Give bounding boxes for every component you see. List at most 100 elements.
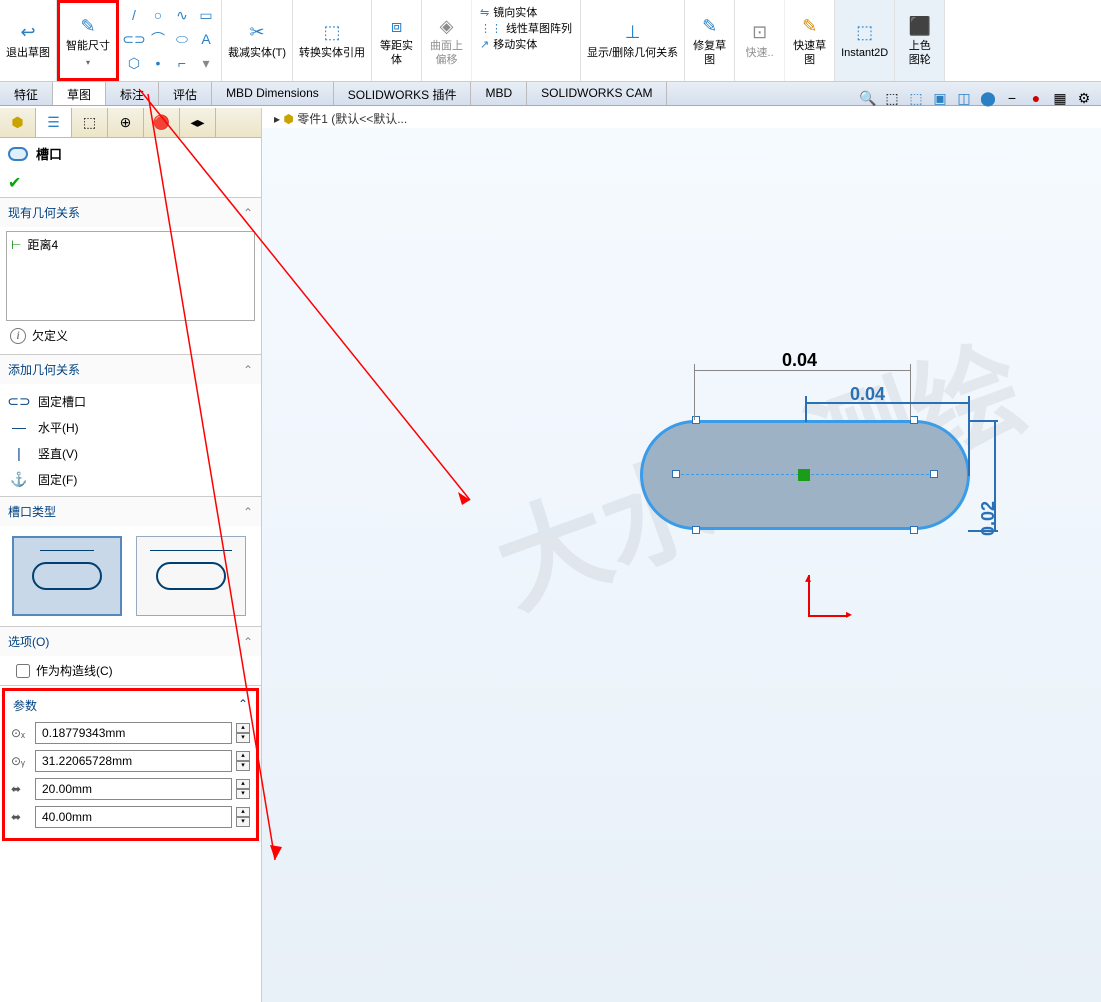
trim-button[interactable]: ✂ 裁减实体(T) xyxy=(222,0,293,81)
accept-button[interactable]: ✔ xyxy=(0,169,261,197)
handle-bl[interactable] xyxy=(692,526,700,534)
slot-type-title: 槽口类型 xyxy=(8,503,56,520)
render-icon[interactable]: ▦ xyxy=(1051,89,1069,107)
exit-sketch-button[interactable]: ↩ 退出草图 xyxy=(0,0,57,81)
slot-type-2[interactable] xyxy=(136,536,246,616)
rect-tool[interactable]: ▭ xyxy=(195,4,217,26)
mirror-button[interactable]: ⇋镜向实体 xyxy=(480,4,572,20)
appearance-icon[interactable]: ● xyxy=(1027,89,1045,107)
instant2d-icon: ⬚ xyxy=(853,21,877,45)
graphics-area[interactable]: 大水牛测绘 xyxy=(262,128,1101,1002)
panel-tab-config[interactable]: ⬚ xyxy=(72,108,108,137)
construction-checkbox-row[interactable]: 作为构造线(C) xyxy=(0,656,261,685)
fillet-tool[interactable]: ⌐ xyxy=(171,52,193,74)
more-tool[interactable]: ▾ xyxy=(195,52,217,74)
point-tool[interactable]: • xyxy=(147,52,169,74)
handle-br[interactable] xyxy=(910,526,918,534)
ellipse-tool[interactable]: ⬭ xyxy=(171,28,193,50)
shading-button[interactable]: ⬛ 上色 图轮 xyxy=(895,0,945,81)
horizontal-button[interactable]: —水平(H) xyxy=(6,414,255,440)
tab-feature[interactable]: 特征 xyxy=(0,82,53,105)
horizontal-label: 水平(H) xyxy=(38,419,79,436)
handle-r[interactable] xyxy=(930,470,938,478)
convert-button[interactable]: ⬚ 转换实体引用 xyxy=(293,0,372,81)
display-style-icon[interactable]: ▣ xyxy=(931,89,949,107)
param-l-input[interactable] xyxy=(35,806,232,828)
text-tool[interactable]: A xyxy=(195,28,217,50)
part-icon: ⬢ xyxy=(283,112,293,126)
smart-dimension-button[interactable]: ✎ 智能尺寸 ▾ xyxy=(57,0,119,81)
spinner-w[interactable]: ▴▾ xyxy=(236,779,250,799)
quick-sketch-button[interactable]: ✎ 快速草 图 xyxy=(785,0,835,81)
polygon-tool[interactable]: ⬡ xyxy=(123,52,145,74)
tab-mbd-dim[interactable]: MBD Dimensions xyxy=(212,82,334,105)
spline-tool[interactable]: ∿ xyxy=(171,4,193,26)
params-header[interactable]: 参数 ⌃ xyxy=(9,695,252,716)
line-tool[interactable]: / xyxy=(123,4,145,26)
expand-icon[interactable]: ▸ xyxy=(274,112,280,126)
move-button[interactable]: ↗移动实体 xyxy=(480,36,572,52)
dim2-line xyxy=(805,402,969,404)
handle-tr[interactable] xyxy=(910,416,918,424)
slot-shape[interactable] xyxy=(640,420,970,530)
scene-icon[interactable]: ⬤ xyxy=(979,89,997,107)
hide-show-icon[interactable]: − xyxy=(1003,89,1021,107)
tab-sw-cam[interactable]: SOLIDWORKS CAM xyxy=(527,82,667,105)
relations-list[interactable]: ⊢ 距离4 xyxy=(6,231,255,321)
settings-icon[interactable]: ⚙ xyxy=(1075,89,1093,107)
panel-tab-display[interactable]: ⊕ xyxy=(108,108,144,137)
slot-center-point[interactable] xyxy=(798,469,810,481)
repair-button[interactable]: ✎ 修复草 图 xyxy=(685,0,735,81)
fix-slot-button[interactable]: ⊂⊃固定槽口 xyxy=(6,388,255,414)
spinner-l[interactable]: ▴▾ xyxy=(236,807,250,827)
arc-tool[interactable]: ⌒ xyxy=(147,28,169,50)
add-relations-section: 添加几何关系 ⌃ ⊂⊃固定槽口 —水平(H) |竖直(V) ⚓固定(F) xyxy=(0,354,261,496)
param-y-row: ⊙ᵧ ▴▾ xyxy=(11,750,250,772)
handle-l[interactable] xyxy=(672,470,680,478)
part-name[interactable]: 零件1 (默认<<默认... xyxy=(297,112,407,126)
spinner-x[interactable]: ▴▾ xyxy=(236,723,250,743)
convert-label: 转换实体引用 xyxy=(299,47,365,60)
relations-icon: ⊥ xyxy=(621,21,645,45)
tab-mbd[interactable]: MBD xyxy=(471,82,527,105)
options-header[interactable]: 选项(O) ⌃ xyxy=(0,627,261,656)
param-y-input[interactable] xyxy=(35,750,232,772)
panel-tab-appearance[interactable]: 🔴 xyxy=(144,108,180,137)
offset-button[interactable]: ⧈ 等距实 体 xyxy=(372,0,422,81)
param-x-input[interactable] xyxy=(35,722,232,744)
slot-tool[interactable]: ⊂⊃ xyxy=(123,28,145,50)
tab-sw-plugin[interactable]: SOLIDWORKS 插件 xyxy=(334,82,472,105)
dim2-value[interactable]: 0.04 xyxy=(850,384,885,405)
param-w-input[interactable] xyxy=(35,778,232,800)
mirror-label: 镜向实体 xyxy=(493,4,537,20)
relation-item[interactable]: ⊢ 距离4 xyxy=(11,236,250,253)
tab-sketch[interactable]: 草图 xyxy=(53,82,106,105)
zoom-area-icon[interactable]: ⬚ xyxy=(883,89,901,107)
zoom-fit-icon[interactable]: 🔍 xyxy=(859,89,877,107)
tab-annotate[interactable]: 标注 xyxy=(106,82,159,105)
view-orient-icon[interactable]: ⬚ xyxy=(907,89,925,107)
chevron-up-icon: ⌃ xyxy=(243,505,253,519)
fix-button[interactable]: ⚓固定(F) xyxy=(6,466,255,492)
vertical-button[interactable]: |竖直(V) xyxy=(6,440,255,466)
panel-tab-more[interactable]: ◂▸ xyxy=(180,108,216,137)
dim1-value[interactable]: 0.04 xyxy=(782,350,817,371)
slot-type-header[interactable]: 槽口类型 ⌃ xyxy=(0,497,261,526)
show-relations-button[interactable]: ⊥ 显示/删除几何关系 xyxy=(581,0,685,81)
tab-evaluate[interactable]: 评估 xyxy=(159,82,212,105)
scissors-icon: ✂ xyxy=(245,21,269,45)
slot-type-1[interactable] xyxy=(12,536,122,616)
construction-checkbox[interactable] xyxy=(16,664,30,678)
move-icon: ↗ xyxy=(480,38,489,51)
instant2d-button[interactable]: ⬚ Instant2D xyxy=(835,0,895,81)
offset-icon: ⧈ xyxy=(385,14,409,38)
panel-tab-property[interactable]: ☰ xyxy=(36,108,72,137)
circle-tool[interactable]: ○ xyxy=(147,4,169,26)
add-relations-header[interactable]: 添加几何关系 ⌃ xyxy=(0,355,261,384)
section-view-icon[interactable]: ◫ xyxy=(955,89,973,107)
linear-pattern-button[interactable]: ⋮⋮线性草图阵列 xyxy=(480,20,572,36)
spinner-y[interactable]: ▴▾ xyxy=(236,751,250,771)
panel-tab-feature[interactable]: ⬢ xyxy=(0,108,36,137)
dim3-value[interactable]: 0.02 xyxy=(978,501,999,536)
existing-relations-header[interactable]: 现有几何关系 ⌃ xyxy=(0,198,261,227)
